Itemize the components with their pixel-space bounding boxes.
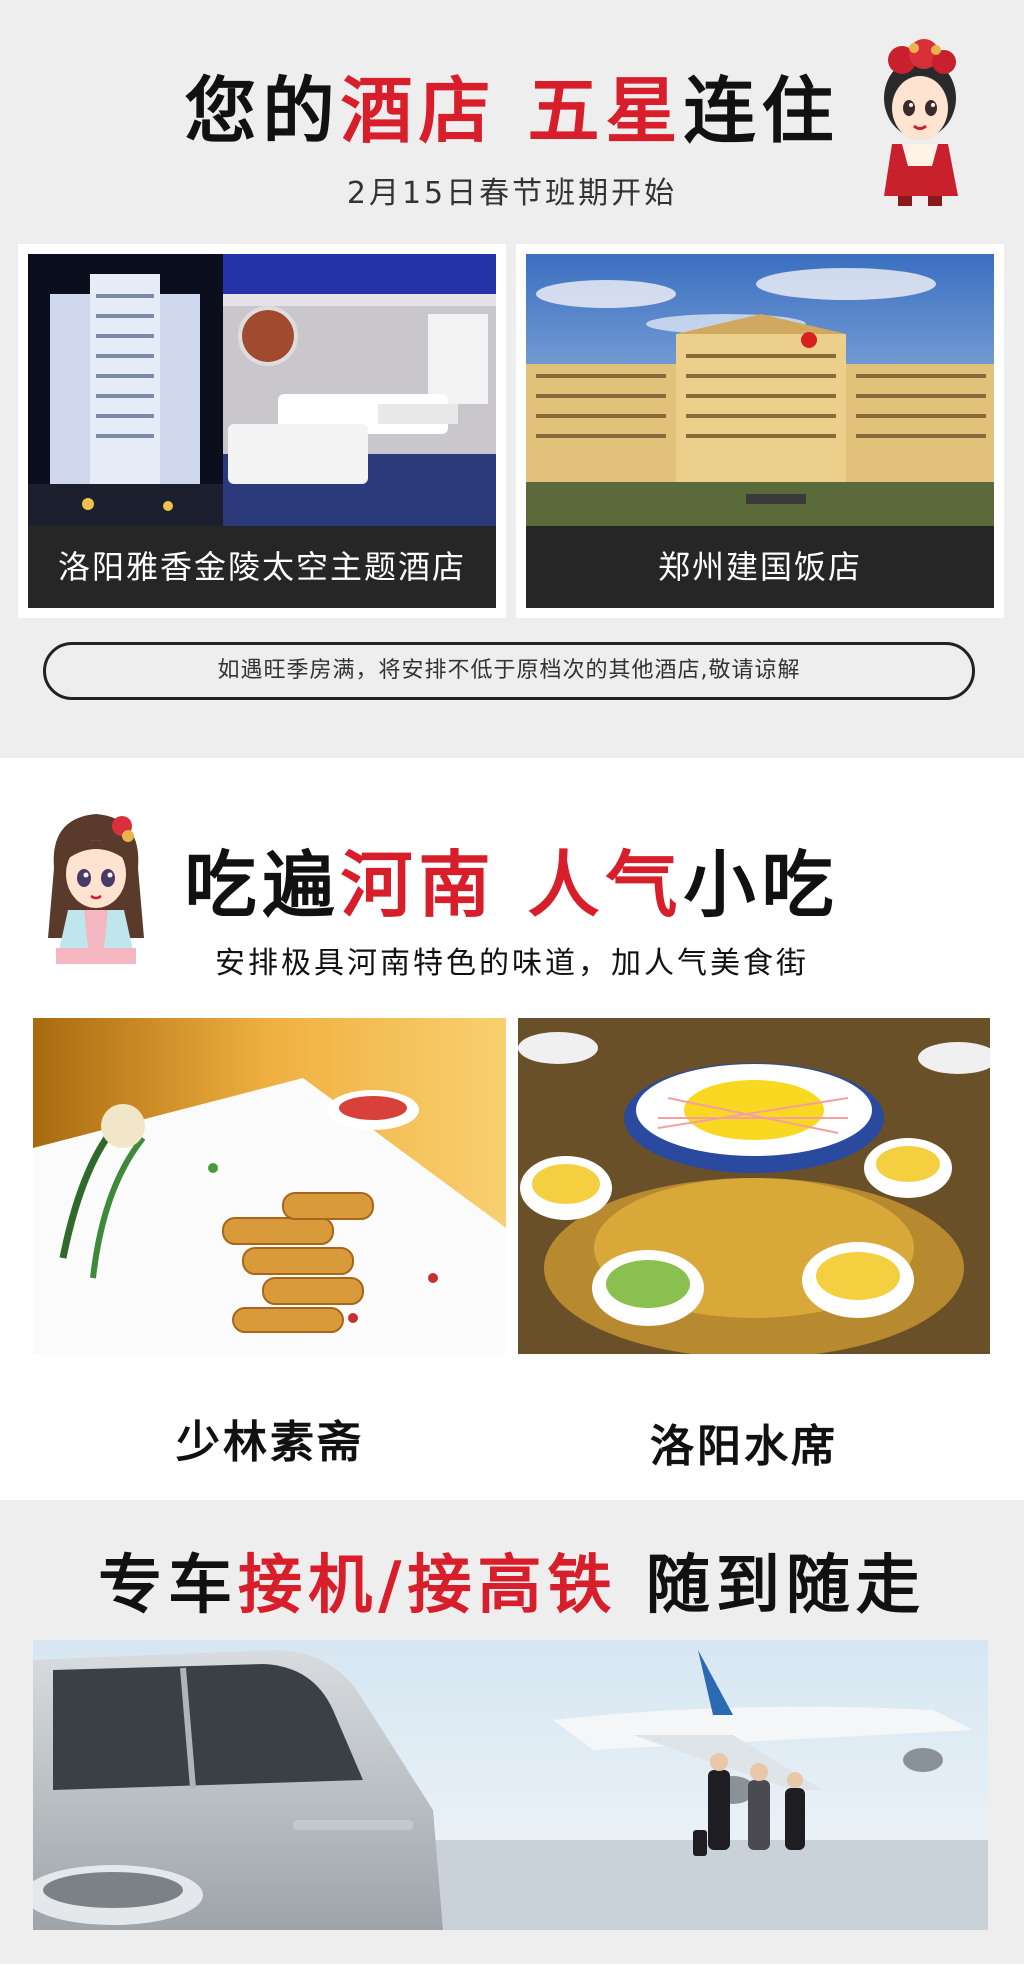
cartoon-girl-hanfu-icon — [48, 814, 144, 964]
food-pointer — [726, 1354, 782, 1380]
hotel-title-part-2: 酒店 — [340, 69, 497, 153]
food-title-part-2: 河南 — [340, 843, 497, 927]
hotel-name: 洛阳雅香金陵太空主题酒店 — [28, 526, 496, 608]
hotel-section: 您的酒店 五星连住 2月15日春节班期开始 洛阳雅香金陵太空主题酒店 郑州建国饭… — [0, 0, 1024, 758]
food-photo — [518, 1018, 990, 1354]
food-section: 吃遍河南 人气小吃 安排极具河南特色的味道，加人气美食街 少林素斋 洛阳水席 — [0, 758, 1024, 1500]
food-name: 少林素斋 — [176, 1417, 364, 1468]
hotel-photo — [526, 254, 994, 526]
food-pointer — [242, 1354, 298, 1380]
transfer-title-part-2: 接机/接高铁 — [238, 1549, 618, 1623]
notice-box: 如遇旺季房满，将安排不低于原档次的其他酒店,敬请谅解 — [43, 642, 975, 700]
food-subtitle: 安排极具河南特色的味道，加人气美食街 — [215, 946, 809, 981]
transfer-banner — [33, 1640, 988, 1930]
hotel-photo — [28, 254, 496, 526]
hotel-card[interactable]: 洛阳雅香金陵太空主题酒店 — [18, 244, 506, 618]
transfer-title-part-1: 专车 — [98, 1549, 239, 1623]
food-title-part-1: 吃遍 — [184, 843, 341, 927]
transfer-title-part-3: 随到随走 — [617, 1549, 926, 1623]
food-photo — [33, 1018, 506, 1354]
food-title: 吃遍河南 人气小吃 — [0, 826, 1024, 931]
hotel-card[interactable]: 郑州建国饭店 — [516, 244, 1004, 618]
food-title-part-4: 小吃 — [683, 843, 840, 927]
food-name: 洛阳水席 — [650, 1421, 838, 1472]
hotel-title-part-4: 连住 — [683, 69, 840, 153]
hotel-name: 郑州建国饭店 — [526, 526, 994, 608]
food-title-part-3: 人气 — [496, 843, 684, 927]
transfer-title: 专车接机/接高铁 随到随走 — [0, 1534, 1024, 1626]
cartoon-woman-red-dress-icon — [884, 39, 958, 206]
hotel-title-part-3: 五星 — [496, 69, 684, 153]
hotel-title-part-1: 您的 — [184, 69, 341, 153]
